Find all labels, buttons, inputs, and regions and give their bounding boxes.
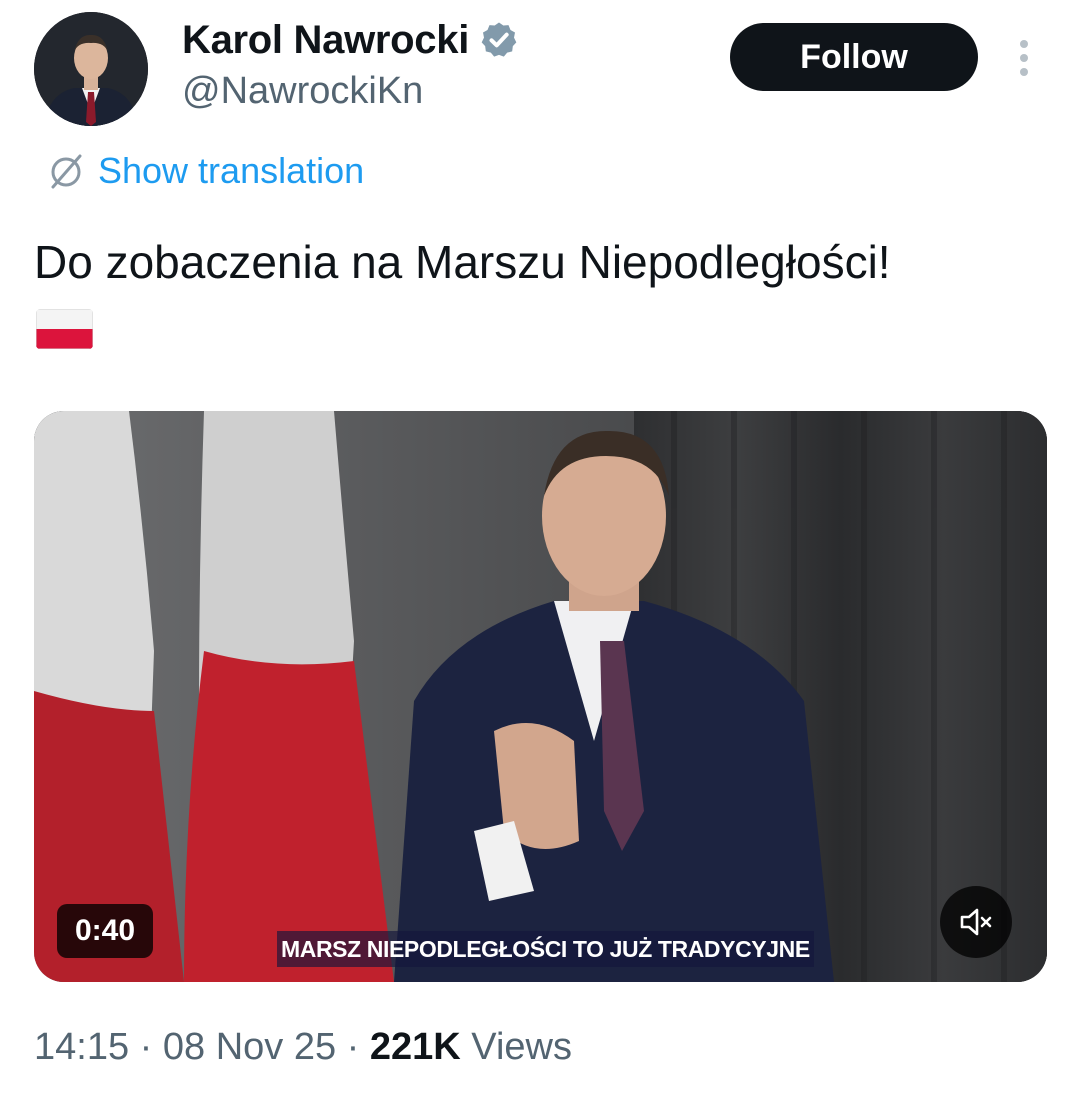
video-duration-badge: 0:40 <box>57 904 153 958</box>
author-handle[interactable]: @NawrockiKn <box>182 68 423 114</box>
tweet-text: Do zobaczenia na Marszu Niepodległości! <box>34 236 891 288</box>
avatar[interactable] <box>34 12 148 126</box>
verified-badge-icon <box>481 22 517 57</box>
video-player[interactable]: 0:40 MARSZ NIEPODLEGŁOŚCI TO JUŻ TRADYCY… <box>34 411 1047 982</box>
views-label: Views <box>471 1026 572 1068</box>
tweet-time[interactable]: 14:15 <box>34 1026 129 1068</box>
show-translation-link[interactable]: Show translation <box>46 150 364 192</box>
tweet-meta: 14:15 · 08 Nov 25 · 221K Views <box>34 1024 572 1070</box>
tweet-date[interactable]: 08 Nov 25 <box>163 1026 336 1068</box>
more-vertical-icon[interactable] <box>1004 38 1044 78</box>
author-name-row[interactable]: Karol Nawrocki <box>182 16 519 64</box>
video-thumbnail <box>34 411 1047 982</box>
avatar-photo <box>34 12 148 126</box>
show-translation-label[interactable]: Show translation <box>98 150 364 192</box>
video-caption: MARSZ NIEPODLEGŁOŚCI TO JUŻ TRADYCYJNE <box>277 931 814 967</box>
globe-slash-icon <box>51 154 82 189</box>
views-count[interactable]: 221K <box>370 1026 461 1068</box>
volume-muted-icon <box>960 908 992 936</box>
polish-flag-emoji <box>36 309 93 349</box>
unmute-button[interactable] <box>940 886 1012 958</box>
meta-separator: · <box>346 1026 360 1068</box>
follow-button[interactable]: Follow <box>730 23 978 91</box>
meta-separator: · <box>139 1026 153 1068</box>
display-name[interactable]: Karol Nawrocki <box>182 16 469 64</box>
